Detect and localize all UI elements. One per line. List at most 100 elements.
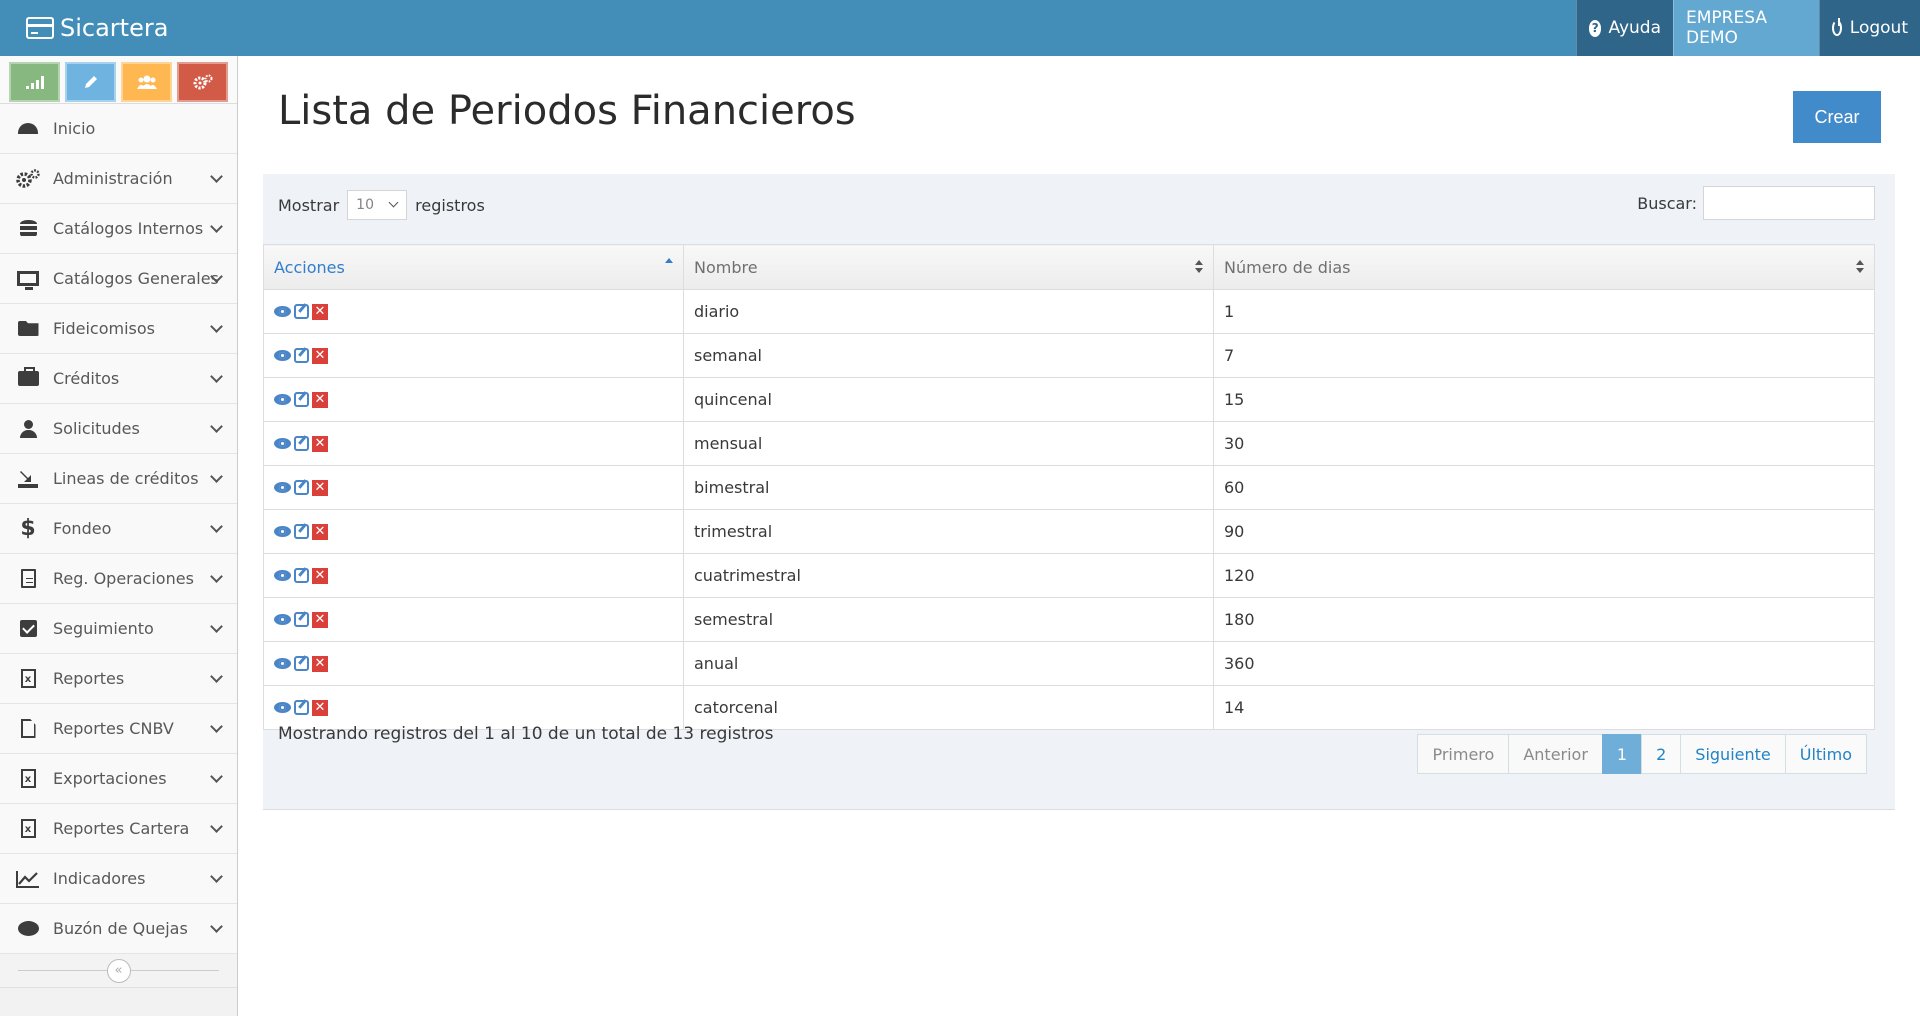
shortcut-users-button[interactable] (121, 62, 172, 102)
nombre-cell: anual (683, 641, 1214, 686)
pagination-previous[interactable]: Anterior (1508, 734, 1603, 774)
view-icon[interactable] (274, 614, 291, 625)
view-icon[interactable] (274, 306, 291, 317)
dias-cell: 120 (1213, 553, 1875, 598)
sidebar-item-reportes-cnbv[interactable]: Reportes CNBV (0, 704, 237, 754)
sidebar-item-reg-operaciones[interactable]: Reg. Operaciones (0, 554, 237, 604)
sidebar-item-creditos[interactable]: Créditos (0, 354, 237, 404)
page-length-select[interactable]: 10 (347, 190, 408, 220)
nombre-cell: diario (683, 289, 1214, 334)
edit-icon[interactable] (294, 480, 309, 495)
sidebar-item-fondeo[interactable]: $ Fondeo (0, 504, 237, 554)
edit-icon[interactable] (294, 436, 309, 451)
help-button[interactable]: ? Ayuda (1576, 0, 1673, 56)
shortcut-settings-button[interactable] (177, 62, 228, 102)
delete-icon[interactable]: ✕ (312, 567, 328, 584)
sidebar-item-exportaciones[interactable]: x Exportaciones (0, 754, 237, 804)
delete-icon[interactable]: ✕ (312, 391, 328, 408)
folder-open-icon (16, 321, 40, 336)
sidebar-item-label: Fideicomisos (53, 319, 156, 338)
company-button[interactable]: EMPRESA DEMO (1673, 0, 1819, 56)
edit-icon[interactable] (294, 612, 309, 627)
brand[interactable]: Sicartera (26, 0, 168, 56)
nombre-cell: quincenal (683, 377, 1214, 422)
delete-icon[interactable]: ✕ (312, 655, 328, 672)
sidebar-item-fideicomisos[interactable]: Fideicomisos (0, 304, 237, 354)
view-icon[interactable] (274, 394, 291, 405)
delete-icon[interactable]: ✕ (312, 435, 328, 452)
shortcut-edit-button[interactable] (65, 62, 116, 102)
nombre-cell: cuatrimestral (683, 553, 1214, 598)
sidebar-item-inicio[interactable]: Inicio (0, 104, 237, 154)
power-icon (1832, 18, 1842, 36)
delete-icon[interactable]: ✕ (312, 699, 328, 716)
actions-cell: ✕ (263, 333, 684, 378)
view-icon[interactable] (274, 438, 291, 449)
top-navbar: Sicartera ? Ayuda EMPRESA DEMO Logout (0, 0, 1920, 56)
column-header-acciones[interactable]: Acciones (263, 244, 684, 290)
edit-icon[interactable] (294, 568, 309, 583)
pagination-first[interactable]: Primero (1417, 734, 1510, 774)
sidebar-item-reportes[interactable]: x Reportes (0, 654, 237, 704)
sidebar-item-catalogos-internos[interactable]: Catálogos Internos (0, 204, 237, 254)
view-icon[interactable] (274, 570, 291, 581)
sidebar-shortcuts (0, 56, 237, 104)
sidebar-item-lineas-de-creditos[interactable]: Lineas de créditos (0, 454, 237, 504)
dias-cell: 360 (1213, 641, 1875, 686)
delete-icon[interactable]: ✕ (312, 347, 328, 364)
edit-icon[interactable] (294, 656, 309, 671)
file-text-icon (16, 569, 40, 588)
sidebar-item-indicadores[interactable]: Indicadores (0, 854, 237, 904)
comment-icon (16, 921, 40, 936)
chevron-down-icon (210, 170, 223, 183)
view-icon[interactable] (274, 526, 291, 537)
sidebar-item-catalogos-generales[interactable]: Catálogos Generales (0, 254, 237, 304)
sidebar-item-label: Créditos (53, 369, 120, 388)
file-icon (16, 719, 40, 738)
delete-icon[interactable]: ✕ (312, 523, 328, 540)
logout-button[interactable]: Logout (1819, 0, 1920, 56)
delete-icon[interactable]: ✕ (312, 479, 328, 496)
table-row: ✕ trimestral 90 (263, 509, 1875, 554)
sidebar-item-label: Reportes CNBV (53, 719, 174, 738)
table-row: ✕ semanal 7 (263, 333, 1875, 378)
edit-icon[interactable] (294, 524, 309, 539)
sidebar-item-seguimiento[interactable]: Seguimiento (0, 604, 237, 654)
chevron-down-icon (210, 570, 223, 583)
collapse-sidebar-button[interactable]: « (106, 958, 131, 983)
sidebar-item-buzon-de-quejas[interactable]: Buzón de Quejas (0, 904, 237, 954)
search-input[interactable] (1703, 186, 1875, 220)
view-icon[interactable] (274, 350, 291, 361)
datatable-wrapper: Mostrar 10 registros Buscar: Acciones No… (263, 174, 1895, 810)
create-button[interactable]: Crear (1793, 91, 1881, 143)
delete-icon[interactable]: ✕ (312, 303, 328, 320)
view-icon[interactable] (274, 482, 291, 493)
sidebar-item-label: Administración (53, 169, 173, 188)
dias-cell: 30 (1213, 421, 1875, 466)
edit-icon[interactable] (294, 348, 309, 363)
view-icon[interactable] (274, 702, 291, 713)
chevron-down-icon (210, 720, 223, 733)
sidebar-item-reportes-cartera[interactable]: x Reportes Cartera (0, 804, 237, 854)
sidebar-item-label: Solicitudes (53, 419, 140, 438)
pagination-page-1[interactable]: 1 (1601, 734, 1643, 774)
page-title: Lista de Periodos Financieros (278, 88, 856, 134)
column-header-numero-de-dias[interactable]: Número de dias (1213, 244, 1875, 290)
file-excel-icon: x (16, 769, 40, 788)
table-row: ✕ semestral 180 (263, 597, 1875, 642)
table-row: ✕ diario 1 (263, 289, 1875, 334)
delete-icon[interactable]: ✕ (312, 611, 328, 628)
records-label: registros (415, 195, 485, 215)
edit-icon[interactable] (294, 304, 309, 319)
sidebar-item-administracion[interactable]: Administración (0, 154, 237, 204)
sidebar-item-solicitudes[interactable]: Solicitudes (0, 404, 237, 454)
column-header-nombre[interactable]: Nombre (683, 244, 1214, 290)
edit-icon[interactable] (294, 392, 309, 407)
pagination-next[interactable]: Siguiente (1680, 734, 1786, 774)
edit-icon[interactable] (294, 700, 309, 715)
dollar-icon: $ (20, 516, 36, 541)
pagination-last[interactable]: Último (1784, 734, 1867, 774)
view-icon[interactable] (274, 658, 291, 669)
pagination-page-2[interactable]: 2 (1641, 734, 1682, 774)
shortcut-stats-button[interactable] (9, 62, 60, 102)
